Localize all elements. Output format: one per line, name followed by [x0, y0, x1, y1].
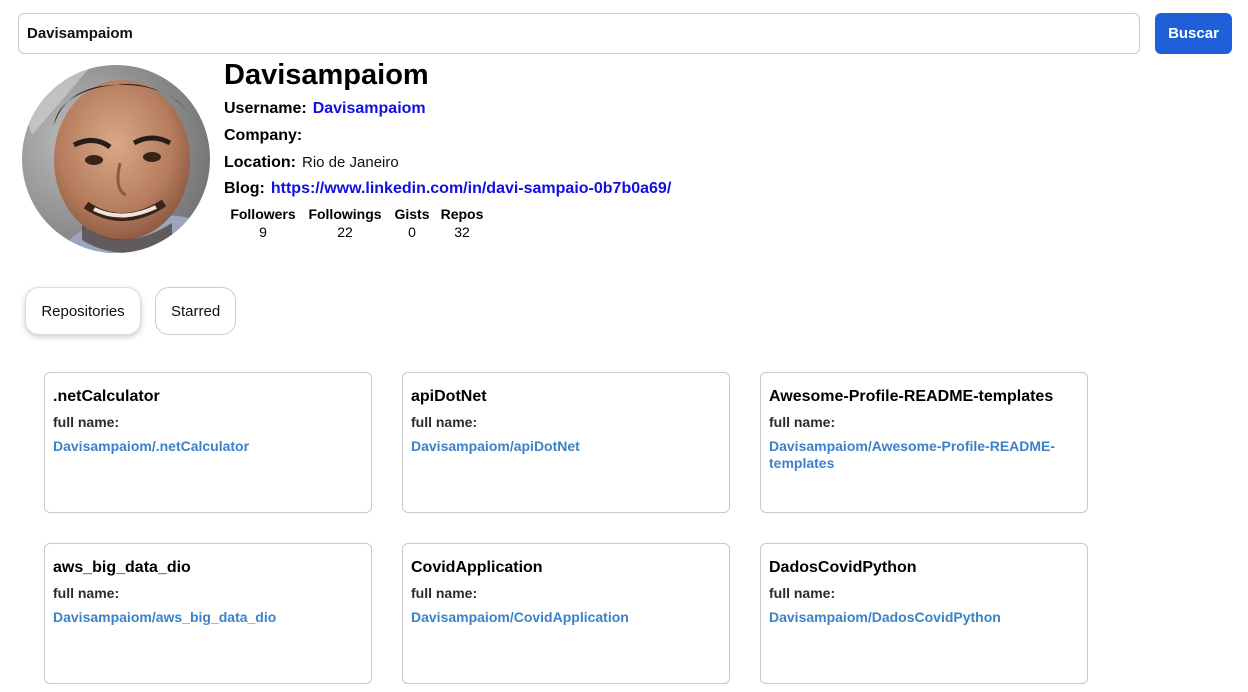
avatar-photo [22, 65, 210, 253]
repo-fullname-label: full name: [769, 414, 836, 430]
stat-gists: Gists 0 [388, 206, 436, 241]
location-label: Location: [224, 154, 296, 171]
stat-label: Followings [308, 206, 382, 222]
username-label: Username: [224, 100, 307, 117]
repo-fullname-label: full name: [53, 414, 120, 430]
username-link[interactable]: Davisampaiom [313, 100, 426, 117]
repo-name: DadosCovidPython [769, 559, 917, 576]
location-value: Rio de Janeiro [302, 154, 399, 171]
repo-fullname-label: full name: [411, 414, 478, 430]
blog-label: Blog: [224, 180, 265, 197]
repo-fullname-link[interactable]: Davisampaiom/DadosCovidPython [769, 609, 1079, 626]
blog-row: Blog: https://www.linkedin.com/in/davi-sa… [224, 179, 671, 199]
stat-followers: Followers 9 [224, 206, 302, 241]
repo-fullname-link[interactable]: Davisampaiom/apiDotNet [411, 438, 721, 455]
repo-fullname-link[interactable]: Davisampaiom/Awesome-Profile-README-temp… [769, 438, 1069, 472]
repo-card[interactable]: apiDotNet full name: Davisampaiom/apiDot… [402, 372, 730, 513]
repo-name: .netCalculator [53, 388, 160, 405]
avatar [22, 65, 210, 253]
repo-card[interactable]: aws_big_data_dio full name: Davisampaiom… [44, 543, 372, 684]
repo-fullname-label: full name: [769, 585, 836, 601]
repo-name: CovidApplication [411, 559, 543, 576]
blog-link[interactable]: https://www.linkedin.com/in/davi-sampaio… [271, 180, 671, 197]
stat-value: 32 [454, 224, 470, 240]
stat-value: 9 [259, 224, 267, 240]
repo-card[interactable]: .netCalculator full name: Davisampaiom/.… [44, 372, 372, 513]
stat-label: Repos [440, 206, 484, 222]
tab-repositories[interactable]: Repositories [25, 287, 141, 335]
stat-label: Followers [230, 206, 296, 222]
repo-name: aws_big_data_dio [53, 559, 191, 576]
repo-fullname-link[interactable]: Davisampaiom/CovidApplication [411, 609, 721, 626]
repo-name: Awesome-Profile-README-templates [769, 388, 1054, 405]
repo-fullname-link[interactable]: Davisampaiom/.netCalculator [53, 438, 363, 455]
repo-fullname-label: full name: [411, 585, 478, 601]
stat-value: 0 [408, 224, 416, 240]
profile-stats: Followers 9 Followings 22 Gists 0 Repos … [224, 206, 488, 241]
repo-name: apiDotNet [411, 388, 487, 405]
stat-repos: Repos 32 [436, 206, 488, 241]
search-bar: Buscar [18, 13, 1232, 54]
search-input[interactable] [18, 13, 1140, 54]
repo-fullname-label: full name: [53, 585, 120, 601]
username-row: Username: Davisampaiom [224, 99, 426, 119]
repo-card[interactable]: CovidApplication full name: Davisampaiom… [402, 543, 730, 684]
company-row: Company: [224, 126, 308, 146]
repo-card[interactable]: DadosCovidPython full name: Davisampaiom… [760, 543, 1088, 684]
stat-value: 22 [337, 224, 353, 240]
stat-label: Gists [394, 206, 430, 222]
location-row: Location: Rio de Janeiro [224, 153, 399, 173]
tab-starred[interactable]: Starred [155, 287, 236, 335]
company-label: Company: [224, 127, 303, 144]
stat-followings: Followings 22 [302, 206, 388, 241]
repo-fullname-link[interactable]: Davisampaiom/aws_big_data_dio [53, 609, 363, 626]
profile-name: Davisampaiom [224, 59, 429, 91]
search-button[interactable]: Buscar [1155, 13, 1232, 54]
repo-card[interactable]: Awesome-Profile-README-templates full na… [760, 372, 1088, 513]
